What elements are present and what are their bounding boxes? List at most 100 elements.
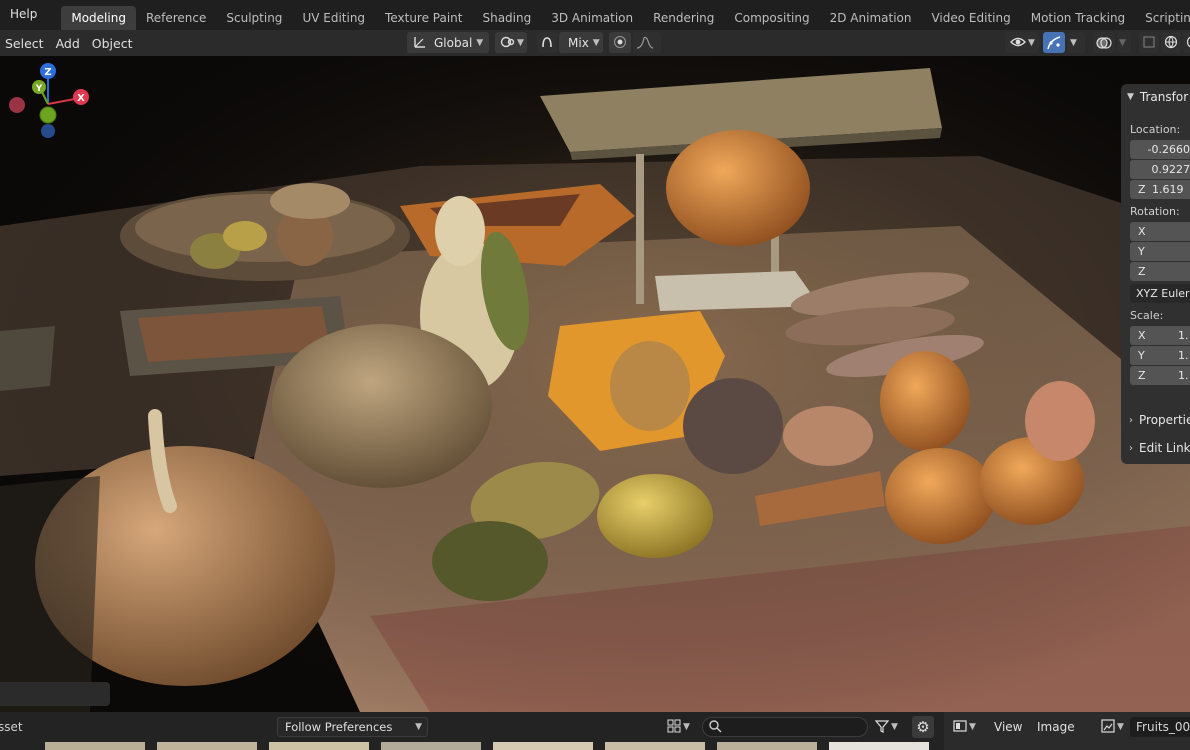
filter-button[interactable]: ▼ — [874, 718, 904, 736]
asset-thumbnail[interactable] — [157, 742, 257, 750]
chevron-right-icon: › — [1129, 414, 1133, 426]
falloff-value: Mix — [568, 35, 589, 50]
asset-thumbnail[interactable] — [829, 742, 929, 750]
tab-modeling[interactable]: Modeling — [61, 6, 136, 30]
shading-dropdown[interactable]: ▼ — [1117, 32, 1131, 53]
add-menu[interactable]: Add — [50, 36, 86, 51]
tab-scripting[interactable]: Scripting — [1135, 6, 1190, 30]
viewport-shading-icon — [1141, 35, 1157, 51]
xray-toggle[interactable] — [1093, 32, 1115, 53]
location-label: Location: — [1130, 123, 1181, 136]
chevron-down-icon: ▼ — [1028, 37, 1035, 48]
pivot-point-dropdown[interactable]: ▼ — [495, 32, 527, 53]
chevron-down-icon: ▼ — [683, 722, 690, 732]
overlays-toggle[interactable] — [1043, 32, 1065, 53]
settings-button[interactable]: ⚙ — [912, 716, 934, 738]
asset-thumbnail[interactable] — [269, 742, 369, 750]
proportional-editing-icon — [612, 35, 628, 51]
chevron-down-icon: ▼ — [476, 37, 484, 48]
import-method-dropdown[interactable]: Follow Preferences ▼ — [277, 717, 428, 737]
scale-y-field[interactable]: Y 1. — [1130, 346, 1190, 365]
navigation-gizmo[interactable]: Z X Y — [0, 56, 96, 152]
transform-orientation-value: Global — [434, 35, 473, 50]
object-menu[interactable]: Object — [86, 36, 139, 51]
gizmo-neg-z[interactable] — [41, 124, 55, 138]
snap-toggle[interactable] — [537, 32, 557, 53]
falloff-curve-button[interactable] — [633, 32, 661, 53]
asset-thumbnail[interactable] — [381, 742, 481, 750]
chevron-right-icon: › — [1129, 442, 1133, 454]
wireframe-shading-button[interactable] — [1139, 32, 1159, 53]
tab-uv-editing[interactable]: UV Editing — [292, 6, 375, 30]
tab-2d-animation[interactable]: 2D Animation — [820, 6, 922, 30]
scale-label: Scale: — [1130, 309, 1164, 322]
transform-panel-header[interactable]: ▼ Transfor — [1121, 84, 1190, 110]
gizmo-neg-y[interactable] — [39, 106, 57, 124]
3d-viewport[interactable]: Z X Y — [0, 56, 1190, 712]
scale-x-field[interactable]: X 1. — [1130, 326, 1190, 345]
display-mode-button[interactable]: ▼ — [666, 718, 694, 736]
xray-icon — [1096, 35, 1112, 51]
asset-thumbnail[interactable] — [717, 742, 817, 750]
chevron-down-icon: ▼ — [592, 37, 600, 48]
adjust-last-operation-panel[interactable] — [0, 682, 110, 706]
grid-view-icon — [666, 719, 682, 735]
image-editor-icon — [952, 719, 968, 735]
location-x-field[interactable]: -0.2660 — [1130, 140, 1190, 159]
falloff-curve-icon — [636, 35, 654, 51]
editor-type-dropdown[interactable]: ▼ — [952, 718, 984, 736]
transform-orientation-dropdown[interactable]: Global ▼ — [407, 32, 489, 53]
gizmo-x-label: X — [77, 93, 85, 104]
asset-thumbnails — [0, 742, 940, 750]
solid-shading-button[interactable] — [1161, 32, 1181, 53]
rotation-mode-dropdown[interactable]: XYZ Euler — [1130, 284, 1190, 303]
rotation-x-field[interactable]: X — [1130, 222, 1190, 241]
tab-rendering[interactable]: Rendering — [643, 6, 724, 30]
properties-panel-title: Propertie — [1139, 413, 1190, 427]
tab-reference[interactable]: Reference — [136, 6, 216, 30]
location-z-field[interactable]: Z 1.619 — [1130, 180, 1190, 199]
material-shading-button[interactable] — [1183, 32, 1190, 53]
image-menu[interactable]: Image — [1037, 720, 1075, 734]
snap-icon — [539, 35, 555, 51]
asset-thumbnail[interactable] — [605, 742, 705, 750]
image-name-field[interactable]: Fruits_00. — [1130, 717, 1190, 737]
image-browse-dropdown[interactable]: ▼ — [1100, 718, 1128, 736]
viewport-header: Select Add Object Global ▼ ▼ Mix ▼ ▼ ▼ ▼ — [0, 30, 1190, 56]
search-icon — [707, 719, 723, 735]
chevron-down-icon: ▼ — [1119, 37, 1126, 48]
show-gizmo-icon — [1010, 35, 1026, 51]
tab-compositing[interactable]: Compositing — [724, 6, 819, 30]
tab-texture-paint[interactable]: Texture Paint — [375, 6, 472, 30]
top-menu-bar: Help Modeling Reference Sculpting UV Edi… — [0, 0, 1190, 30]
tab-motion-tracking[interactable]: Motion Tracking — [1021, 6, 1135, 30]
asset-thumbnail[interactable] — [45, 742, 145, 750]
rotation-z-field[interactable]: Z — [1130, 262, 1190, 281]
transform-orientation-group: Global ▼ ▼ Mix ▼ — [407, 32, 663, 53]
scale-z-field[interactable]: Z 1. — [1130, 366, 1190, 385]
overlays-dropdown[interactable]: ▼ — [1067, 32, 1085, 53]
select-menu[interactable]: Select — [0, 36, 50, 51]
tab-sculpting[interactable]: Sculpting — [216, 6, 292, 30]
tab-video-editing[interactable]: Video Editing — [921, 6, 1020, 30]
proportional-editing-toggle[interactable] — [609, 32, 631, 53]
gear-icon: ⚙ — [916, 718, 930, 736]
edit-link-panel-header[interactable]: › Edit Link — [1121, 436, 1190, 460]
chevron-down-icon: ▼ — [1127, 92, 1134, 102]
tab-3d-animation[interactable]: 3D Animation — [541, 6, 643, 30]
globe-icon — [1163, 35, 1179, 51]
gizmo-neg-x[interactable] — [9, 97, 25, 113]
search-input[interactable] — [702, 717, 868, 737]
properties-panel-header[interactable]: › Propertie — [1121, 408, 1190, 432]
location-y-field[interactable]: 0.9227 — [1130, 160, 1190, 179]
viewport-scene — [0, 56, 1190, 712]
rotation-y-field[interactable]: Y — [1130, 242, 1190, 261]
tab-shading[interactable]: Shading — [472, 6, 541, 30]
view-menu[interactable]: View — [994, 720, 1022, 734]
help-menu[interactable]: Help — [0, 0, 47, 30]
asset-thumbnail[interactable] — [493, 742, 593, 750]
falloff-dropdown[interactable]: Mix ▼ — [559, 32, 603, 53]
workspace-tabs: Modeling Reference Sculpting UV Editing … — [61, 0, 1190, 30]
show-gizmo-toggle[interactable]: ▼ — [1005, 32, 1039, 53]
chevron-down-icon: ▼ — [415, 722, 422, 732]
